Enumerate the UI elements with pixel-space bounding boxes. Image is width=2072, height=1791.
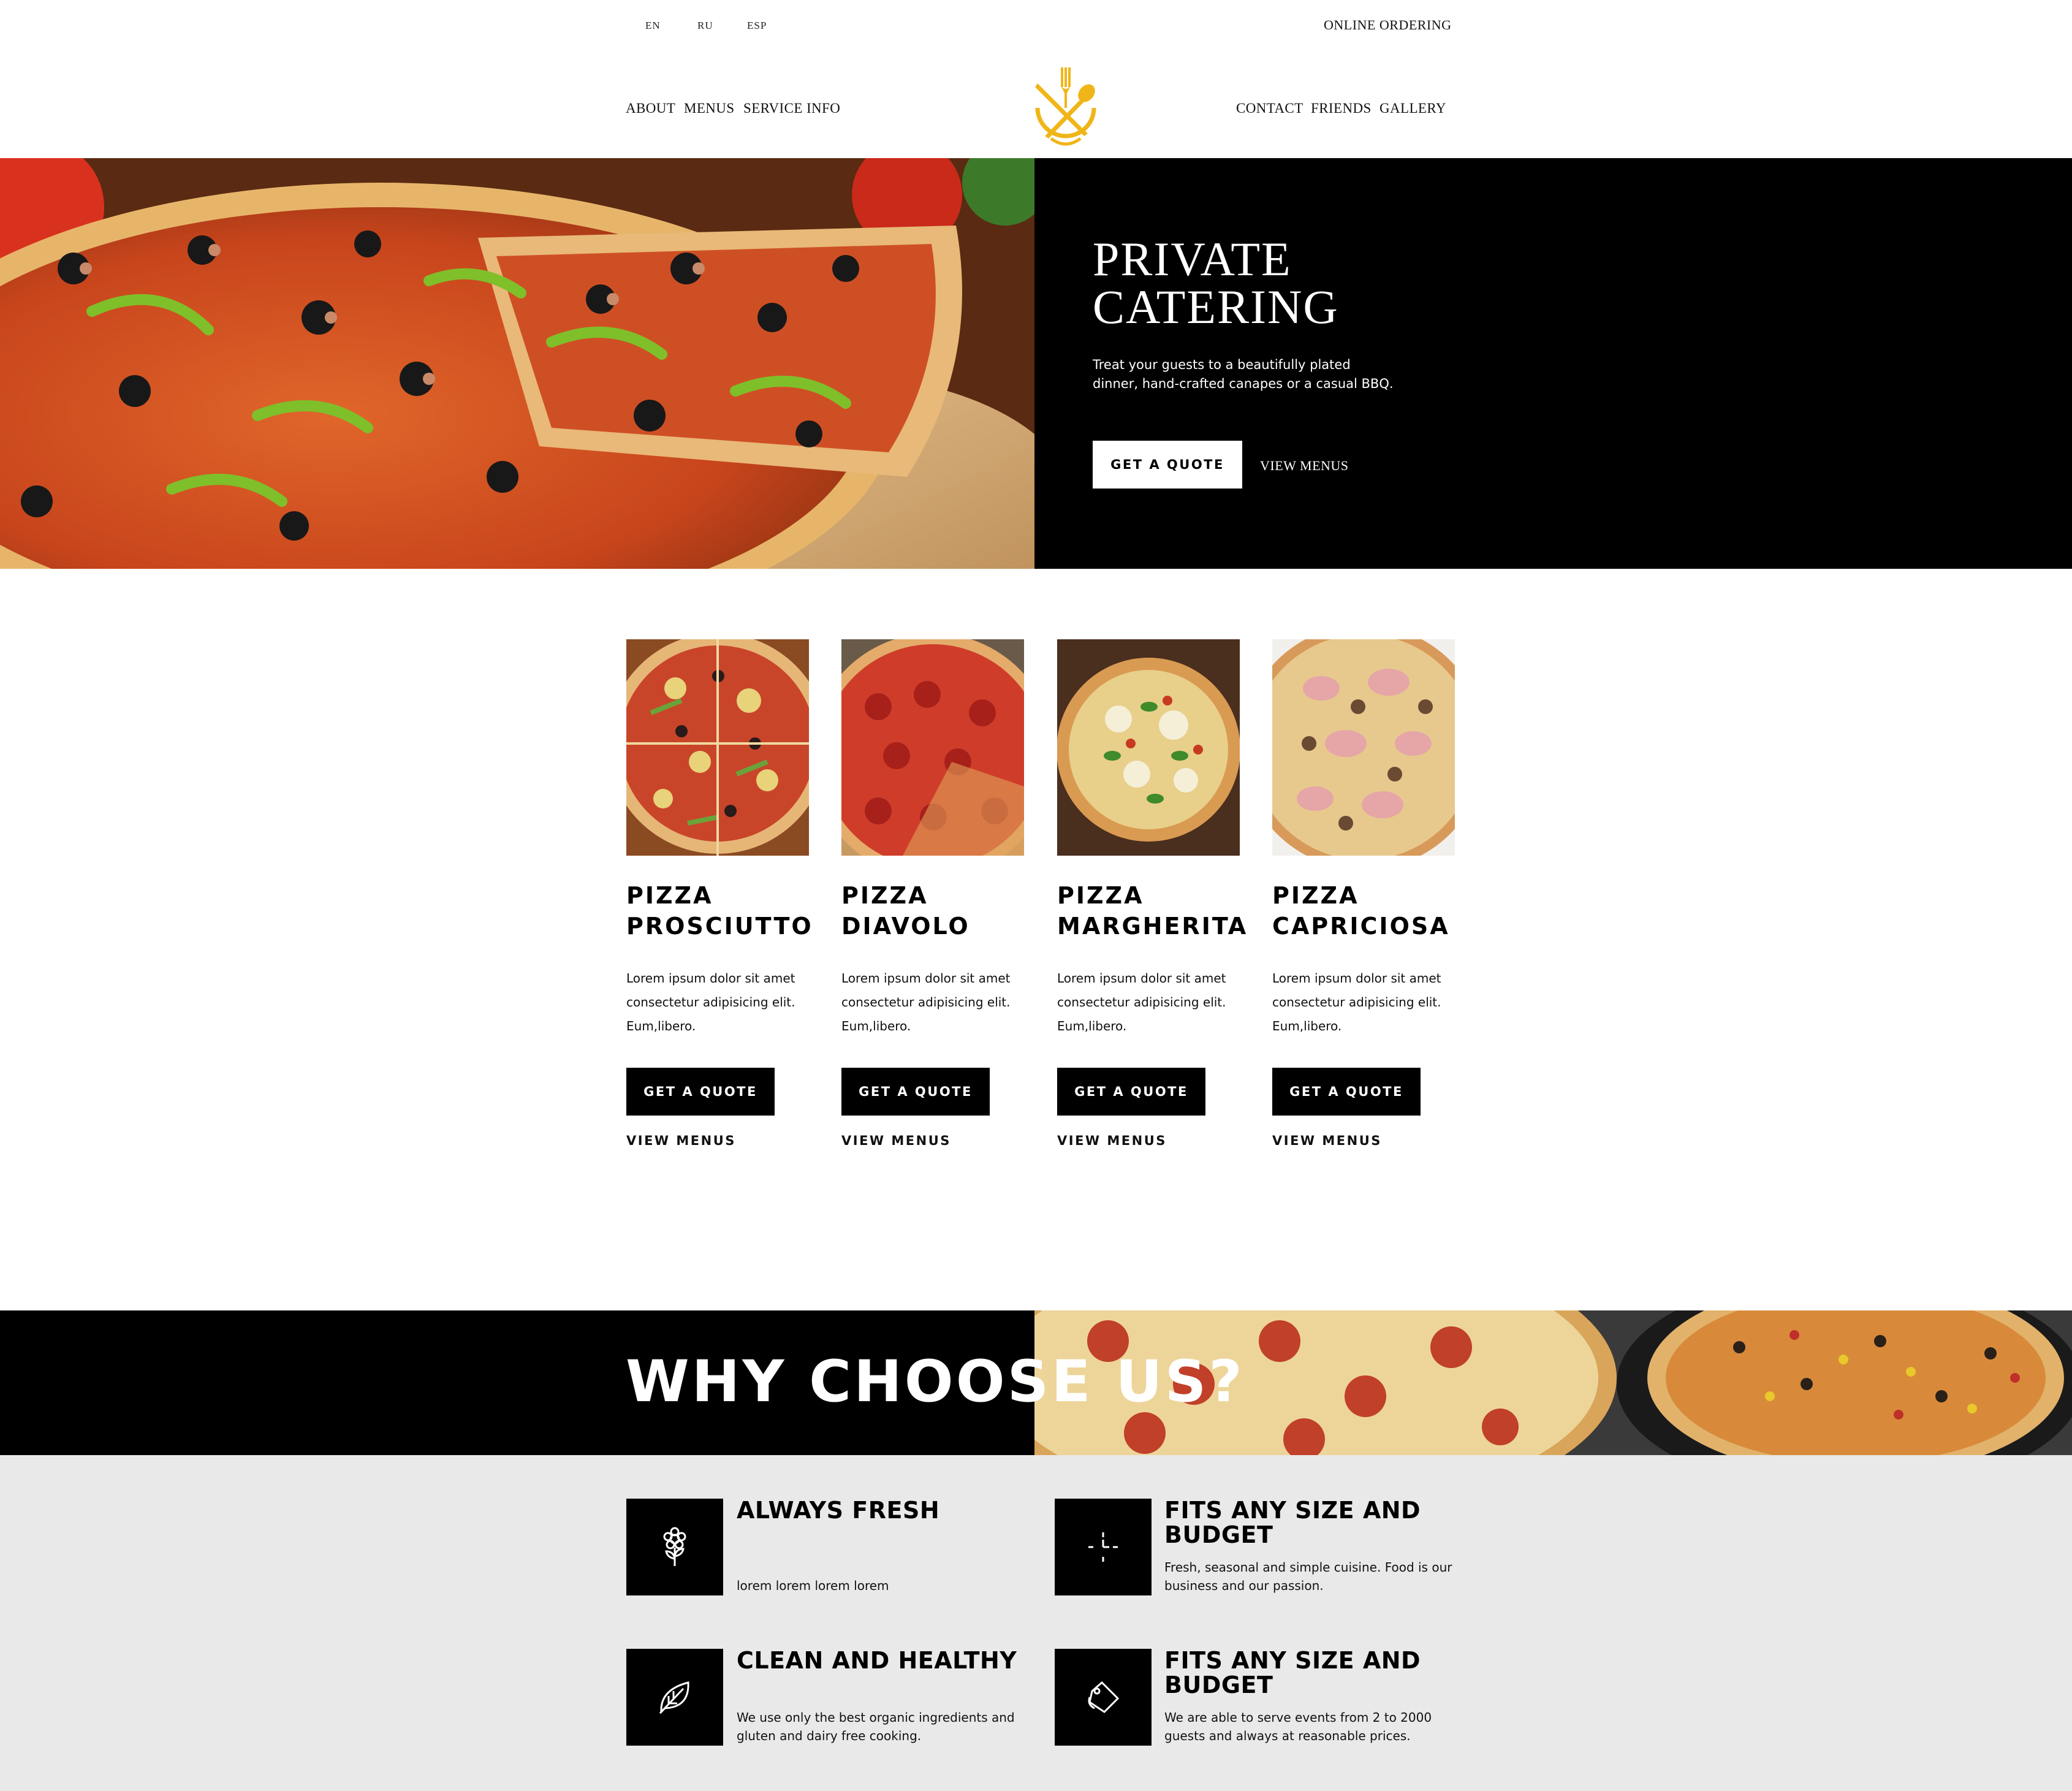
lang-ru[interactable]: RU [697, 20, 713, 32]
online-ordering-link[interactable]: ONLINE ORDERING [1324, 17, 1452, 33]
feature-title-clean-healthy: CLEAN AND HEALTHY [737, 1647, 1017, 1674]
feature-title-fits-size-budget-1: FITS ANY SIZE AND BUDGET [1164, 1497, 1421, 1548]
feature-desc-fits-size-budget-1: Fresh, seasonal and simple cuisine. Food… [1164, 1560, 1452, 1593]
nav-friends[interactable]: FRIENDS [1311, 101, 1372, 116]
product-get-quote-button-prosciutto[interactable]: GET A QUOTE [626, 1068, 775, 1116]
product-view-menus-link-capriciosa[interactable]: VIEW MENUS [1272, 1133, 1382, 1148]
product-desc-diavolo: Lorem ipsum dolor sit amet consectetur ad… [841, 971, 1011, 1033]
product-image-capriciosa[interactable] [1272, 639, 1455, 856]
product-title-capriciosa: PIZZA CAPRICIOSA [1272, 882, 1450, 940]
nav-gallery[interactable]: GALLERY [1379, 101, 1446, 116]
nav-about[interactable]: ABOUT [626, 101, 675, 116]
product-title-margherita: PIZZA MARGHERITA [1057, 882, 1248, 940]
product-get-quote-button-margherita[interactable]: GET A QUOTE [1057, 1068, 1205, 1116]
feature-desc-always-fresh: lorem lorem lorem lorem [737, 1578, 889, 1593]
nav-menus[interactable]: MENUS [684, 101, 735, 116]
feature-title-fits-size-budget-2: FITS ANY SIZE AND BUDGET [1164, 1647, 1421, 1698]
feature-desc-fits-size-budget-2: We are able to serve events from 2 to 20… [1164, 1710, 1432, 1743]
product-desc-capriciosa: Lorem ipsum dolor sit amet consectetur ad… [1272, 971, 1441, 1033]
feature-title-always-fresh: ALWAYS FRESH [737, 1497, 940, 1524]
hero-pizza-image [0, 158, 1034, 569]
leaf-icon [626, 1649, 723, 1746]
product-image-diavolo[interactable] [841, 639, 1024, 856]
tag-icon [1055, 1649, 1152, 1746]
product-title-diavolo: PIZZA DIAVOLO [841, 882, 970, 940]
product-image-margherita[interactable] [1057, 639, 1240, 856]
product-view-menus-link-prosciutto[interactable]: VIEW MENUS [626, 1133, 736, 1148]
hero-get-quote-button[interactable]: GET A QUOTE [1093, 441, 1242, 489]
product-title-prosciutto: PIZZA PROSCIUTTO [626, 882, 813, 940]
clock-icon [1055, 1499, 1152, 1595]
product-get-quote-button-capriciosa[interactable]: GET A QUOTE [1272, 1068, 1421, 1116]
lang-en[interactable]: EN [645, 20, 661, 32]
hero-description: Treat your guests to a beautifully plate… [1093, 357, 1394, 391]
product-get-quote-button-diavolo[interactable]: GET A QUOTE [841, 1068, 990, 1116]
hero-title: PRIVATE CATERING [1093, 232, 1339, 333]
feature-desc-clean-healthy: We use only the best organic ingredients… [737, 1710, 1015, 1743]
product-view-menus-link-margherita[interactable]: VIEW MENUS [1057, 1133, 1167, 1148]
nav-service-info[interactable]: SERVICE INFO [743, 101, 840, 116]
nav-contact[interactable]: CONTACT [1236, 101, 1304, 116]
flower-icon [626, 1499, 723, 1595]
lang-esp[interactable]: ESP [747, 20, 767, 32]
product-desc-prosciutto: Lorem ipsum dolor sit amet consectetur ad… [626, 971, 795, 1033]
why-choose-us-title: WHY CHOOSE US? [626, 1348, 1245, 1415]
product-image-prosciutto[interactable] [626, 639, 809, 856]
product-desc-margherita: Lorem ipsum dolor sit amet consectetur ad… [1057, 971, 1226, 1033]
product-view-menus-link-diavolo[interactable]: VIEW MENUS [841, 1133, 951, 1148]
hero-view-menus-link[interactable]: VIEW MENUS [1260, 458, 1349, 474]
logo-icon[interactable] [1027, 65, 1105, 156]
